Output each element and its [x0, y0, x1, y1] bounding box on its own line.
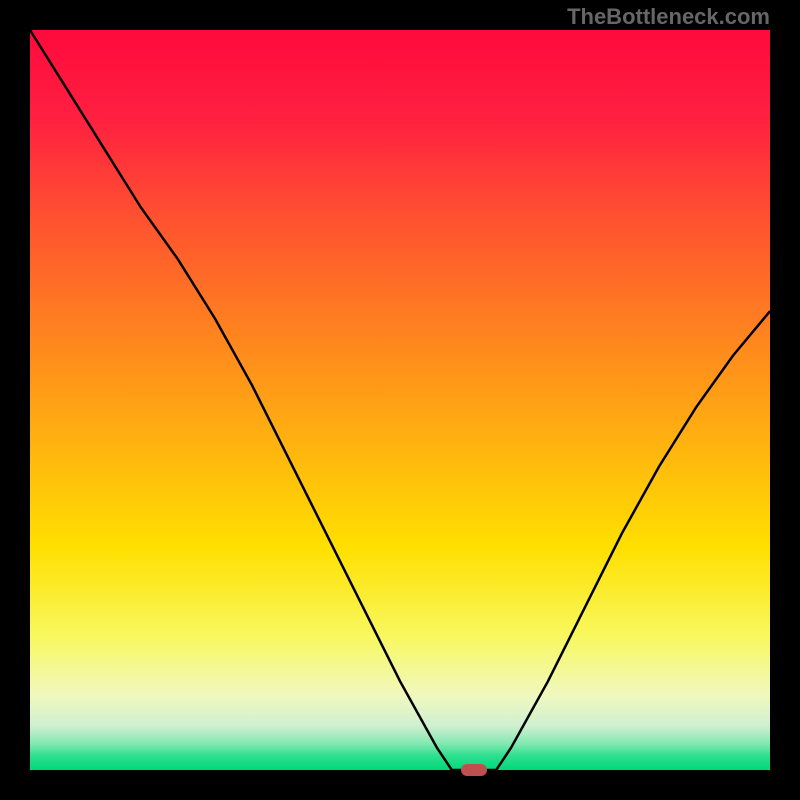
optimal-marker [461, 764, 487, 776]
chart-container: TheBottleneck.com [0, 0, 800, 800]
watermark-text: TheBottleneck.com [567, 4, 770, 30]
chart-background [30, 30, 770, 770]
bottleneck-chart [0, 0, 800, 800]
